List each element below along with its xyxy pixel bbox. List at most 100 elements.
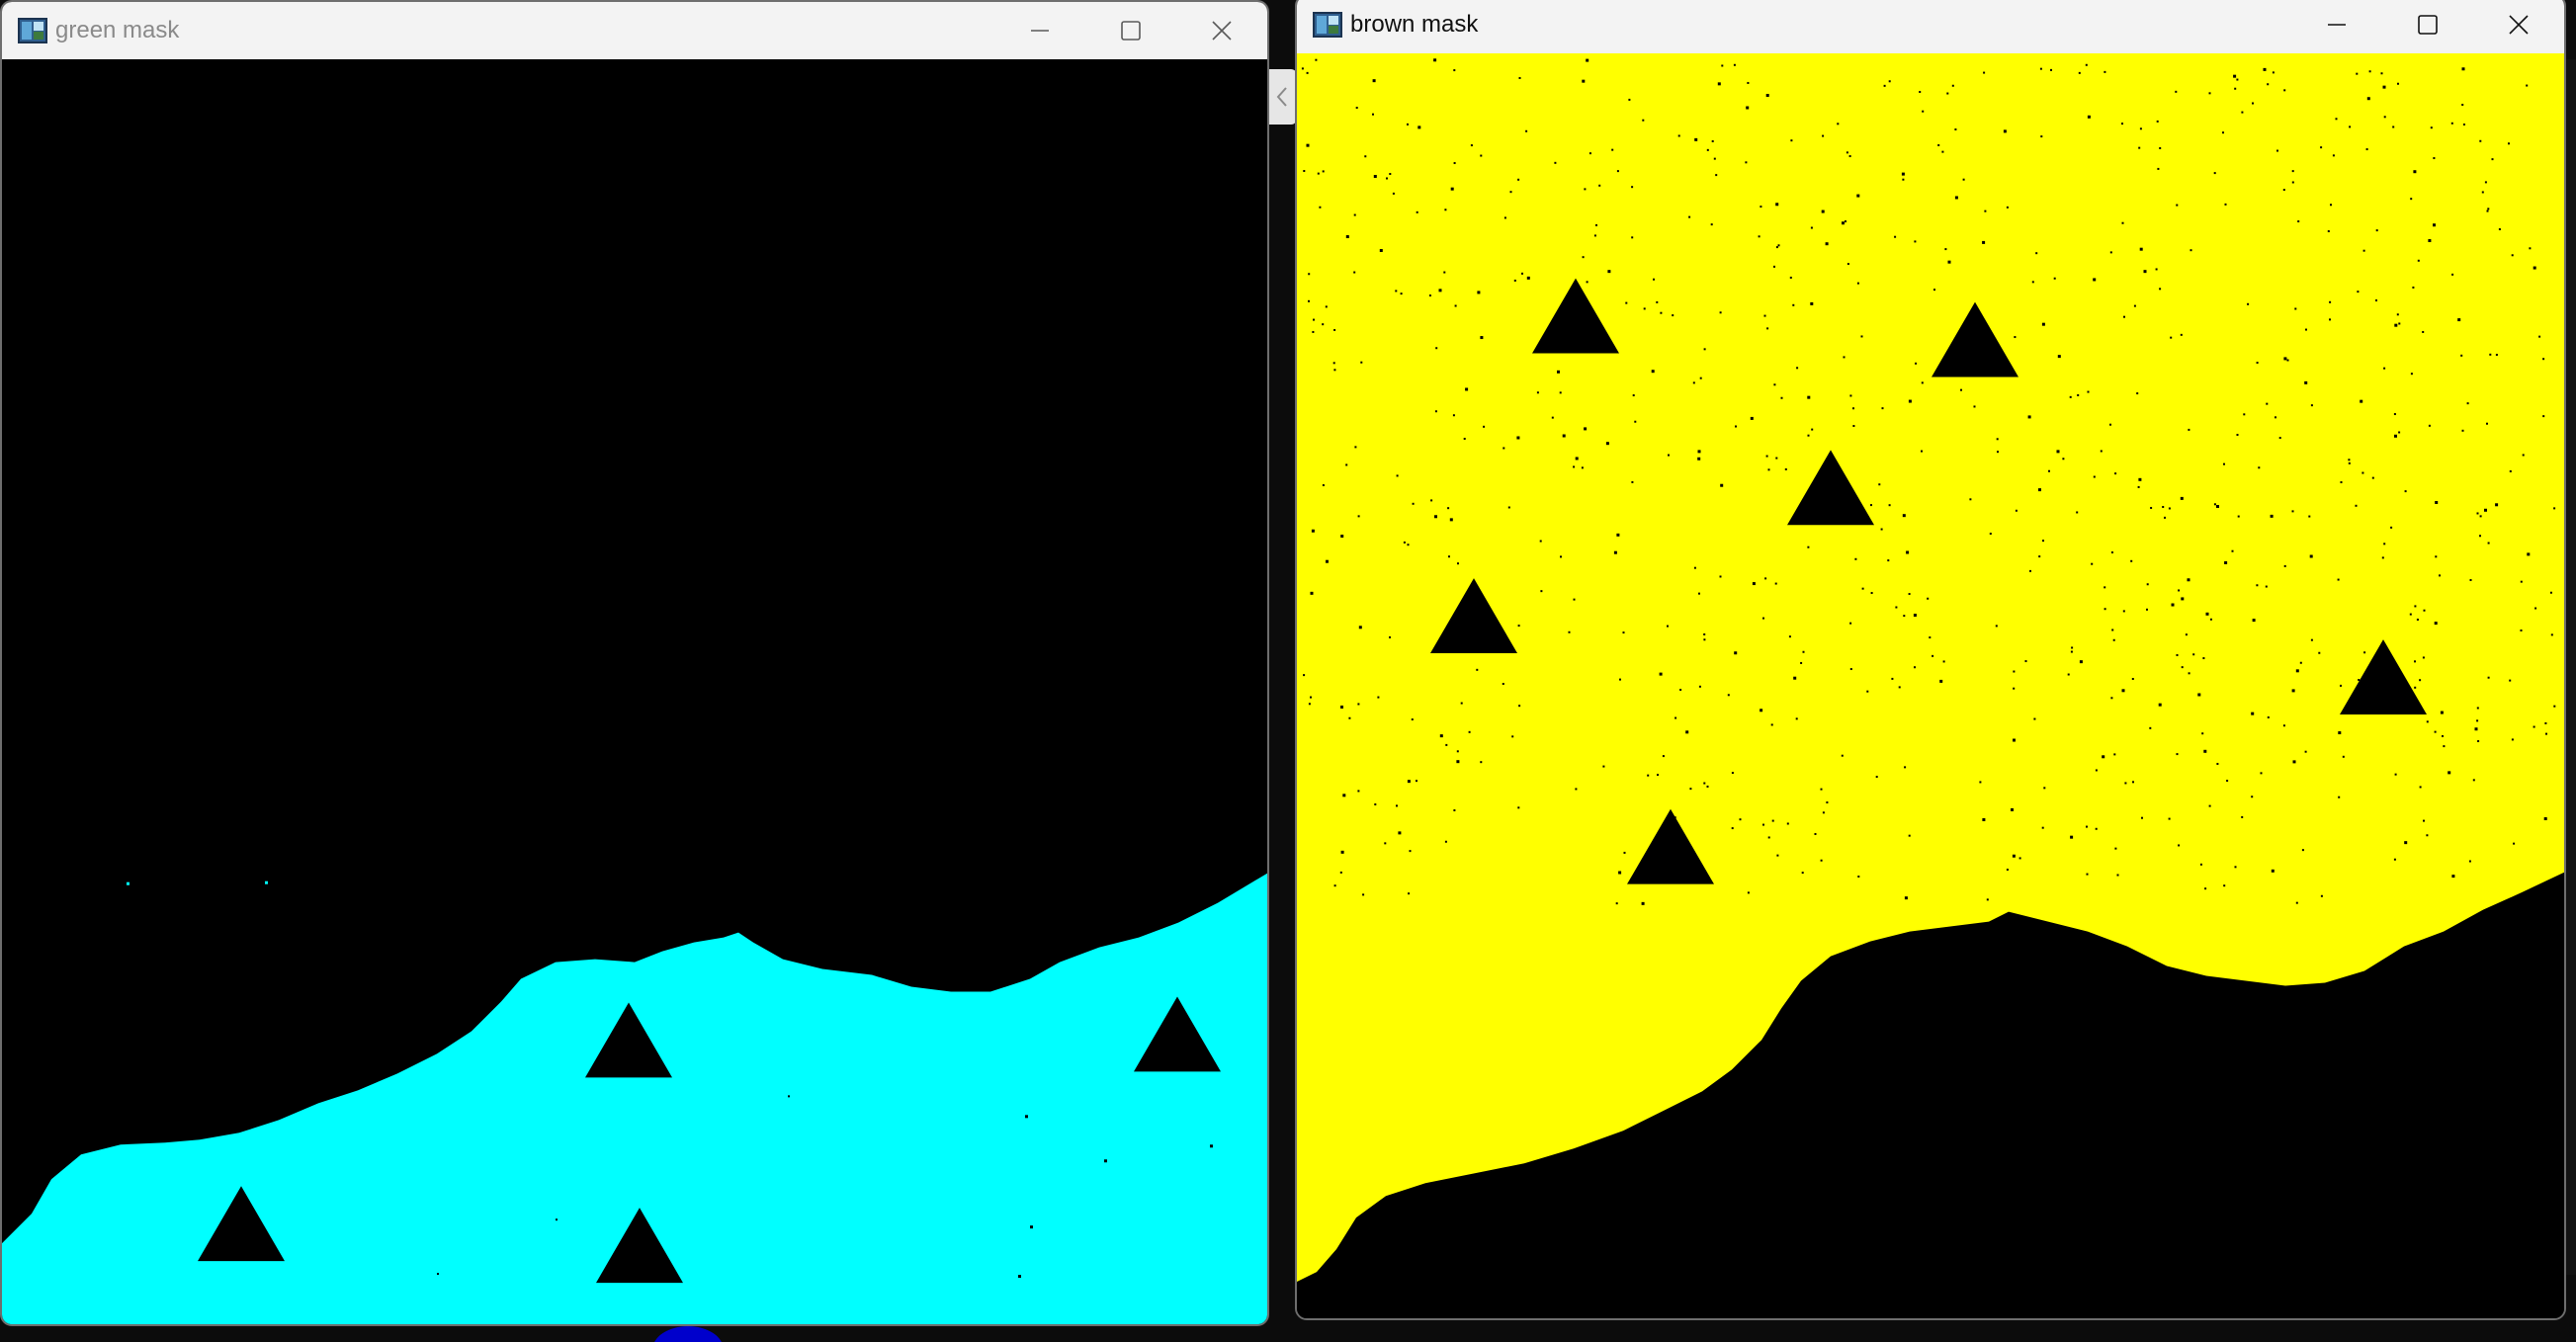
noise-speck [1767, 468, 1770, 471]
noise-speck [1345, 463, 1348, 466]
brown-mask-window[interactable]: brown mask [1295, 0, 2566, 1320]
noise-speck [2095, 827, 2098, 830]
noise-speck [2297, 220, 2300, 223]
noise-speck [2462, 123, 2465, 126]
noise-speck [1860, 335, 1863, 338]
noise-speck [1846, 263, 1849, 266]
noise-speck [1342, 794, 1346, 797]
noise-speck [2466, 402, 2469, 405]
mask-image-canvas[interactable] [1297, 53, 2564, 1318]
maximize-button[interactable] [2382, 0, 2473, 53]
noise-speck [2035, 252, 2038, 255]
noise-speck [1434, 410, 1437, 413]
noise-speck [1518, 76, 1521, 79]
background-window-tab[interactable] [1267, 69, 1297, 125]
noise-speck [1941, 150, 1944, 153]
titlebar[interactable]: green mask [2, 2, 1267, 59]
noise-speck [2146, 608, 2148, 611]
chevron-left-icon [1276, 87, 1287, 107]
noise-speck [2522, 454, 2525, 457]
noise-speck [1412, 502, 1415, 505]
noise-speck [2430, 126, 2433, 129]
noise-speck [1880, 528, 1883, 531]
noise-speck [2398, 322, 2401, 325]
noise-speck [1767, 836, 1770, 839]
noise-speck [1706, 148, 1709, 151]
noise-speck [2469, 578, 2472, 581]
noise-speck [1771, 819, 1774, 822]
titlebar[interactable]: brown mask [1297, 0, 2564, 53]
maximize-icon [2418, 15, 2438, 35]
noise-speck [2291, 181, 2294, 184]
noise-speck [2149, 726, 2152, 729]
noise-speck [1758, 235, 1760, 238]
noise-speck [2451, 273, 2454, 276]
minimize-button[interactable] [994, 2, 1085, 59]
mask-image-canvas[interactable] [2, 59, 1267, 1324]
noise-speck [2375, 229, 2378, 232]
noise-speck [1373, 175, 1377, 179]
noise-speck [2176, 204, 2179, 207]
noise-speck [1521, 272, 1523, 275]
noise-speck [2168, 817, 2171, 820]
noise-speck [2394, 434, 2397, 438]
noise-speck [2542, 358, 2545, 361]
noise-speck [2247, 302, 2250, 305]
noise-speck [1856, 194, 1860, 198]
noise-speck [1762, 617, 1764, 620]
noise-speck [2278, 437, 2281, 440]
noise-speck [1703, 632, 1706, 635]
noise-speck [1372, 113, 1374, 116]
noise-speck [2529, 247, 2532, 250]
noise-speck [1641, 901, 1645, 905]
noise-speck [1631, 480, 1634, 483]
noise-speck [2114, 847, 2117, 850]
noise-speck [2272, 71, 2275, 74]
noise-speck [1473, 626, 1475, 629]
minimize-button[interactable] [2291, 0, 2382, 53]
noise-speck [1731, 827, 1734, 830]
noise-speck [2033, 717, 2036, 720]
close-button[interactable] [2473, 0, 2564, 53]
noise-speck [2024, 660, 2027, 663]
noise-speck [1888, 504, 1891, 507]
noise-speck [1914, 666, 1916, 669]
close-button[interactable] [1176, 2, 1267, 59]
noise-speck [2216, 762, 2219, 765]
noise-speck [1332, 362, 1335, 365]
noise-speck [2409, 613, 2412, 616]
maximize-button[interactable] [1085, 2, 1176, 59]
noise-speck [2479, 139, 2482, 142]
noise-speck [2256, 362, 2259, 365]
noise-speck [2329, 300, 2332, 303]
noise-speck [2178, 844, 2181, 847]
noise-speck [1951, 84, 1954, 87]
noise-speck [1540, 590, 1543, 593]
noise-speck [1747, 81, 1750, 84]
noise-speck [1395, 290, 1398, 293]
noise-speck [2487, 542, 2490, 545]
green-mask-window[interactable]: green mask [0, 0, 1269, 1326]
noise-speck [2155, 268, 2158, 271]
noise-speck [1746, 106, 1750, 110]
noise-speck [2433, 223, 2436, 227]
noise-speck [1656, 300, 1659, 303]
noise-speck [1584, 188, 1587, 191]
noise-speck [1766, 327, 1769, 330]
noise-speck [2481, 191, 2484, 194]
noise-speck [1982, 240, 1986, 244]
noise-speck [1820, 859, 1823, 862]
noise-speck [1303, 674, 1306, 677]
noise-speck [1471, 629, 1475, 633]
noise-speck [2042, 540, 2044, 543]
noise-speck [1826, 801, 1829, 804]
noise-speck [1301, 67, 1304, 70]
noise-speck [1750, 416, 1754, 420]
noise-speck [2283, 89, 2286, 92]
noise-speck [1927, 597, 1930, 600]
noise-speck [1407, 544, 1410, 546]
noise-speck [1942, 660, 1945, 663]
noise-speck [1455, 617, 1458, 620]
noise-speck [2162, 505, 2165, 508]
noise-speck [2553, 705, 2556, 708]
